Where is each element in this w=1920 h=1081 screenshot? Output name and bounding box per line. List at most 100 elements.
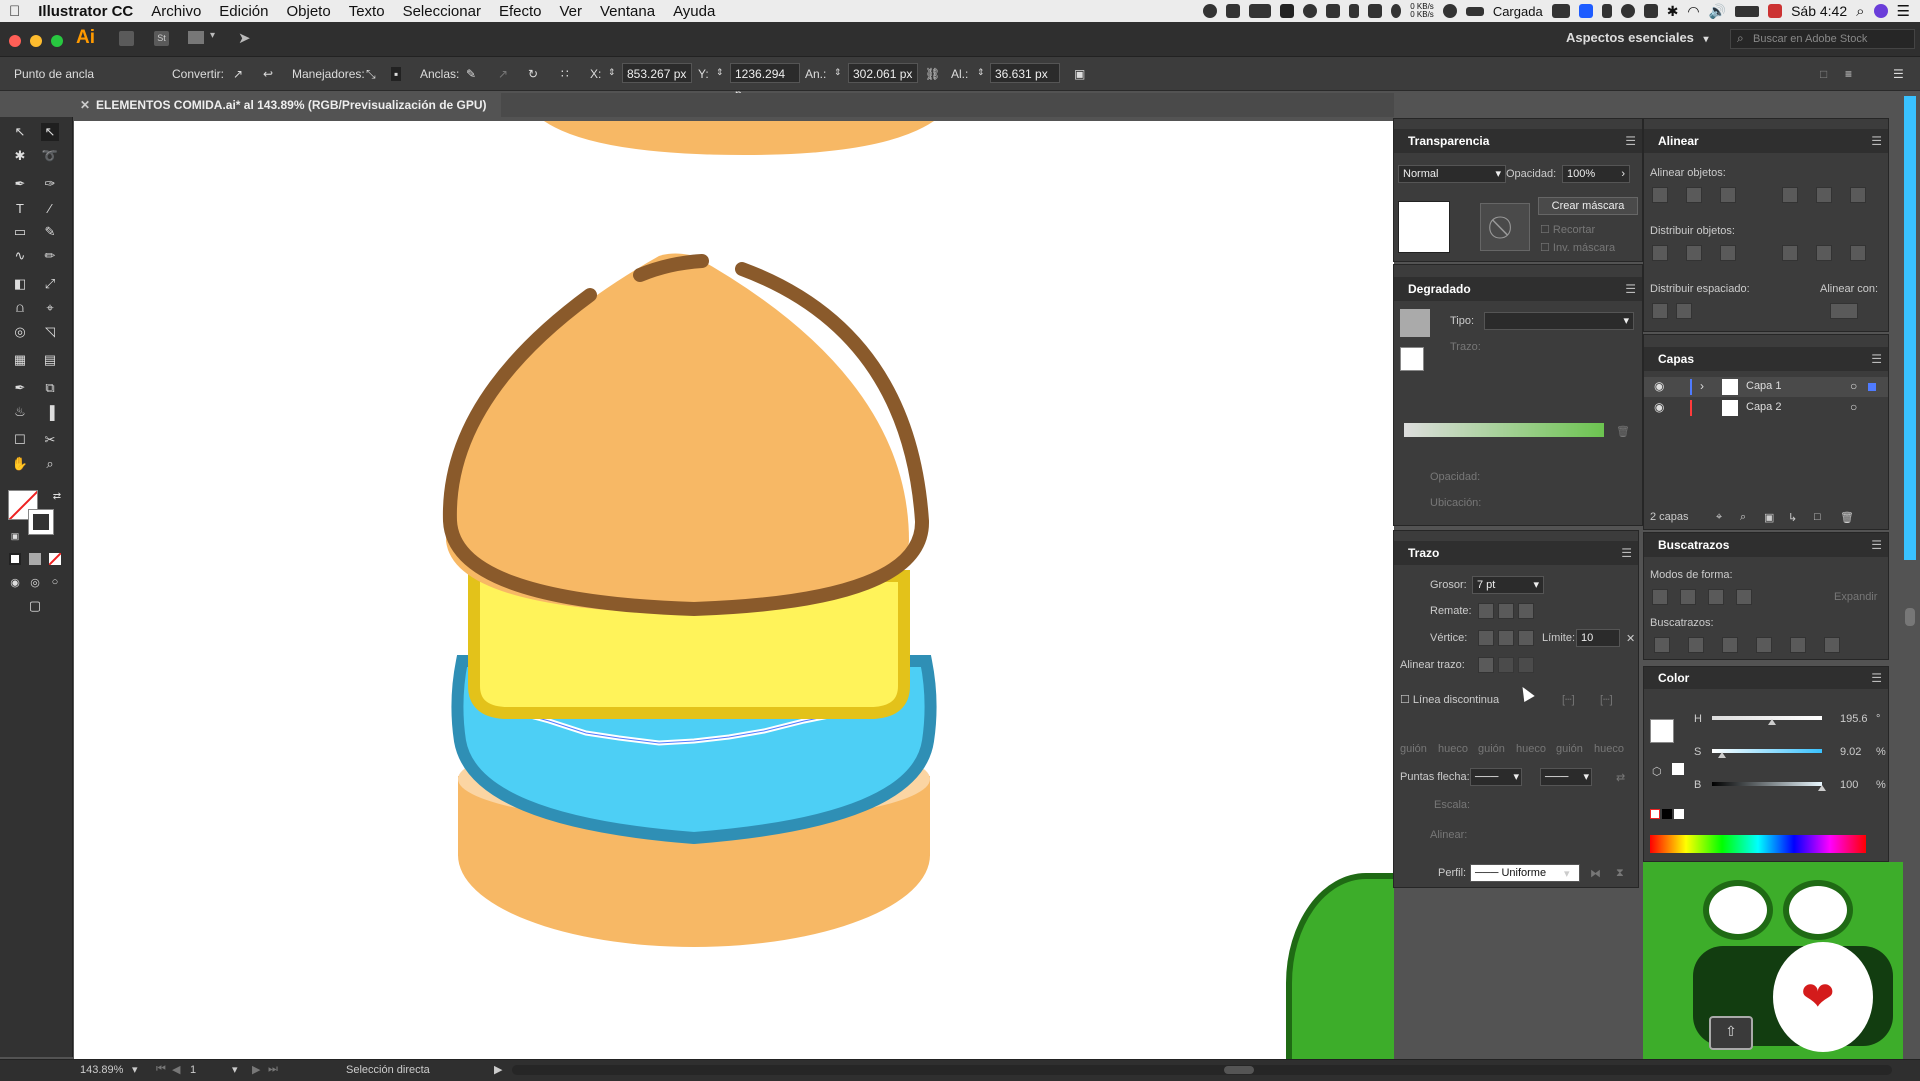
y-field[interactable]: 1236.294 p	[730, 63, 800, 101]
clip-checkbox[interactable]: ☐ Recortar	[1540, 223, 1595, 236]
width-field[interactable]: 302.061 px	[848, 63, 918, 83]
paintbrush-tool[interactable]: ✎	[41, 223, 59, 241]
close-icon[interactable]: ✕	[1626, 632, 1635, 645]
panel-menu-icon[interactable]: ☰	[1625, 277, 1636, 301]
y-stepper-icon[interactable]: ⇕	[716, 67, 724, 78]
creative-cloud-icon[interactable]	[1303, 4, 1318, 18]
magic-wand-tool[interactable]: ✱	[11, 147, 29, 165]
color-mode-button[interactable]	[9, 553, 21, 565]
x-stepper-icon[interactable]: ⇕	[608, 67, 616, 78]
miter-join-button[interactable]	[1478, 630, 1494, 646]
hue-slider[interactable]	[1712, 716, 1822, 725]
symbol-sprayer-tool[interactable]: ♨	[11, 403, 29, 421]
draw-behind-icon[interactable]: ◎	[26, 573, 44, 591]
align-top-button[interactable]	[1782, 187, 1798, 203]
white-swatch[interactable]	[1674, 809, 1684, 819]
clock[interactable]: Sáb 4:42	[1791, 3, 1847, 19]
horizontal-scroll-thumb[interactable]	[1224, 1066, 1254, 1074]
panel-menu-icon[interactable]: ☰	[1871, 533, 1882, 557]
type-tool[interactable]: T	[11, 199, 29, 217]
menu-ver[interactable]: Ver	[550, 3, 591, 20]
eye-icon[interactable]	[1620, 4, 1635, 18]
flip-profile-icon[interactable]: ⧓	[1590, 867, 1601, 880]
artboard-tool[interactable]: ☐	[11, 431, 29, 449]
gradient-slider[interactable]	[1404, 423, 1604, 437]
blend-mode-select[interactable]: Normal ▾	[1398, 165, 1506, 183]
artboard-number[interactable]: 1	[190, 1064, 196, 1076]
object-thumbnail[interactable]	[1398, 201, 1450, 253]
brightness-thumb[interactable]	[1818, 785, 1826, 791]
remove-anchor-icon[interactable]: ✎	[466, 67, 476, 81]
menu-app-name[interactable]: Illustrator CC	[29, 3, 142, 20]
cut-path-icon[interactable]: ↻	[528, 67, 538, 81]
menu-efecto[interactable]: Efecto	[490, 3, 551, 20]
panel-menu-icon[interactable]: ☰	[1621, 541, 1632, 565]
width-tool[interactable]: ⩍	[11, 299, 29, 317]
x-field[interactable]: 853.267 px	[622, 63, 692, 83]
gradient-fill-stroke-icon[interactable]	[1400, 347, 1424, 371]
gradient-tool[interactable]: ▤	[41, 351, 59, 369]
square-cap-button[interactable]	[1518, 603, 1534, 619]
last-color-swatch[interactable]	[1672, 763, 1684, 775]
menu-ayuda[interactable]: Ayuda	[664, 3, 724, 20]
phone-icon[interactable]	[1349, 4, 1360, 18]
curvature-tool[interactable]: ✑	[41, 175, 59, 193]
shaper-tool[interactable]: ∿	[11, 247, 29, 265]
scale-tool[interactable]: ⤢	[41, 275, 59, 293]
chevron-down-icon[interactable]: ▾	[1564, 867, 1570, 880]
stock-button[interactable]: St	[154, 31, 169, 46]
menu-archivo[interactable]: Archivo	[142, 3, 210, 20]
trim-button[interactable]	[1688, 637, 1704, 653]
gradient-preview-swatch[interactable]	[1400, 309, 1430, 337]
menu-edicion[interactable]: Edición	[210, 3, 277, 20]
gradient-mode-button[interactable]	[29, 553, 41, 565]
target-circle-icon[interactable]: ○	[1850, 400, 1857, 414]
align-inside-button[interactable]	[1498, 657, 1514, 673]
start-arrowhead-select[interactable]: ─── ▾	[1470, 768, 1522, 786]
none-mode-button[interactable]	[49, 553, 61, 565]
height-field[interactable]: 36.631 px	[990, 63, 1060, 83]
bluetooth-device-icon[interactable]	[1601, 4, 1612, 18]
dash-icon[interactable]: [┄]	[1562, 693, 1575, 706]
crop-button[interactable]	[1756, 637, 1772, 653]
mesh-tool[interactable]: ▦	[11, 351, 29, 369]
round-cap-button[interactable]	[1498, 603, 1514, 619]
last-artboard-icon[interactable]: ⏭	[268, 1063, 278, 1076]
arrange-panels-icon[interactable]: □	[1820, 67, 1827, 81]
wifi-icon[interactable]: ◠	[1687, 3, 1699, 20]
monitor-icon[interactable]	[1249, 4, 1272, 18]
end-arrowhead-select[interactable]: ─── ▾	[1540, 768, 1592, 786]
divide-button[interactable]	[1654, 637, 1670, 653]
perspective-grid-tool[interactable]: ◹	[41, 323, 59, 341]
panel-menu-icon[interactable]: ☰	[1871, 667, 1882, 689]
brightness-slider[interactable]	[1712, 782, 1826, 791]
zoom-level[interactable]: 143.89%	[80, 1064, 123, 1076]
visibility-eye-icon[interactable]: ◉	[1654, 400, 1664, 414]
selection-tool[interactable]: ↖	[11, 123, 29, 141]
exclude-button[interactable]	[1736, 589, 1752, 605]
puppet-warp-tool[interactable]: ⌖	[41, 299, 59, 317]
cloud-icon[interactable]	[1442, 4, 1457, 18]
convert-smooth-icon[interactable]: ↩	[263, 67, 273, 81]
minus-front-button[interactable]	[1680, 589, 1696, 605]
status-menu-arrow-icon[interactable]: ▶	[494, 1063, 502, 1076]
panel-menu-icon[interactable]: ☰	[1625, 129, 1636, 153]
height-stepper-icon[interactable]: ⇕	[977, 67, 985, 78]
menu-seleccionar[interactable]: Seleccionar	[394, 3, 490, 20]
layer-name[interactable]: Capa 2	[1746, 401, 1781, 413]
new-sublayer-icon[interactable]: ↳	[1788, 511, 1797, 524]
align-bottom-button[interactable]	[1850, 187, 1866, 203]
wifi-scan-icon[interactable]	[1368, 4, 1383, 18]
spotlight-icon[interactable]: ⌕	[1856, 3, 1864, 20]
panel-menu-icon[interactable]: ☰	[1871, 129, 1882, 153]
round-join-button[interactable]	[1498, 630, 1514, 646]
show-handles-icon[interactable]: ⤡	[366, 67, 376, 82]
align-to-select[interactable]	[1830, 303, 1858, 319]
menu-texto[interactable]: Texto	[340, 3, 394, 20]
bluetooth-icon[interactable]: ✱	[1667, 3, 1679, 20]
gradient-type-select[interactable]: ▾	[1484, 312, 1634, 330]
eyedropper-tool[interactable]: ✒	[11, 379, 29, 397]
stroke-limit-field[interactable]: 10	[1576, 629, 1620, 647]
distribute-top-button[interactable]	[1652, 245, 1668, 261]
none-swatch[interactable]	[1650, 809, 1660, 819]
